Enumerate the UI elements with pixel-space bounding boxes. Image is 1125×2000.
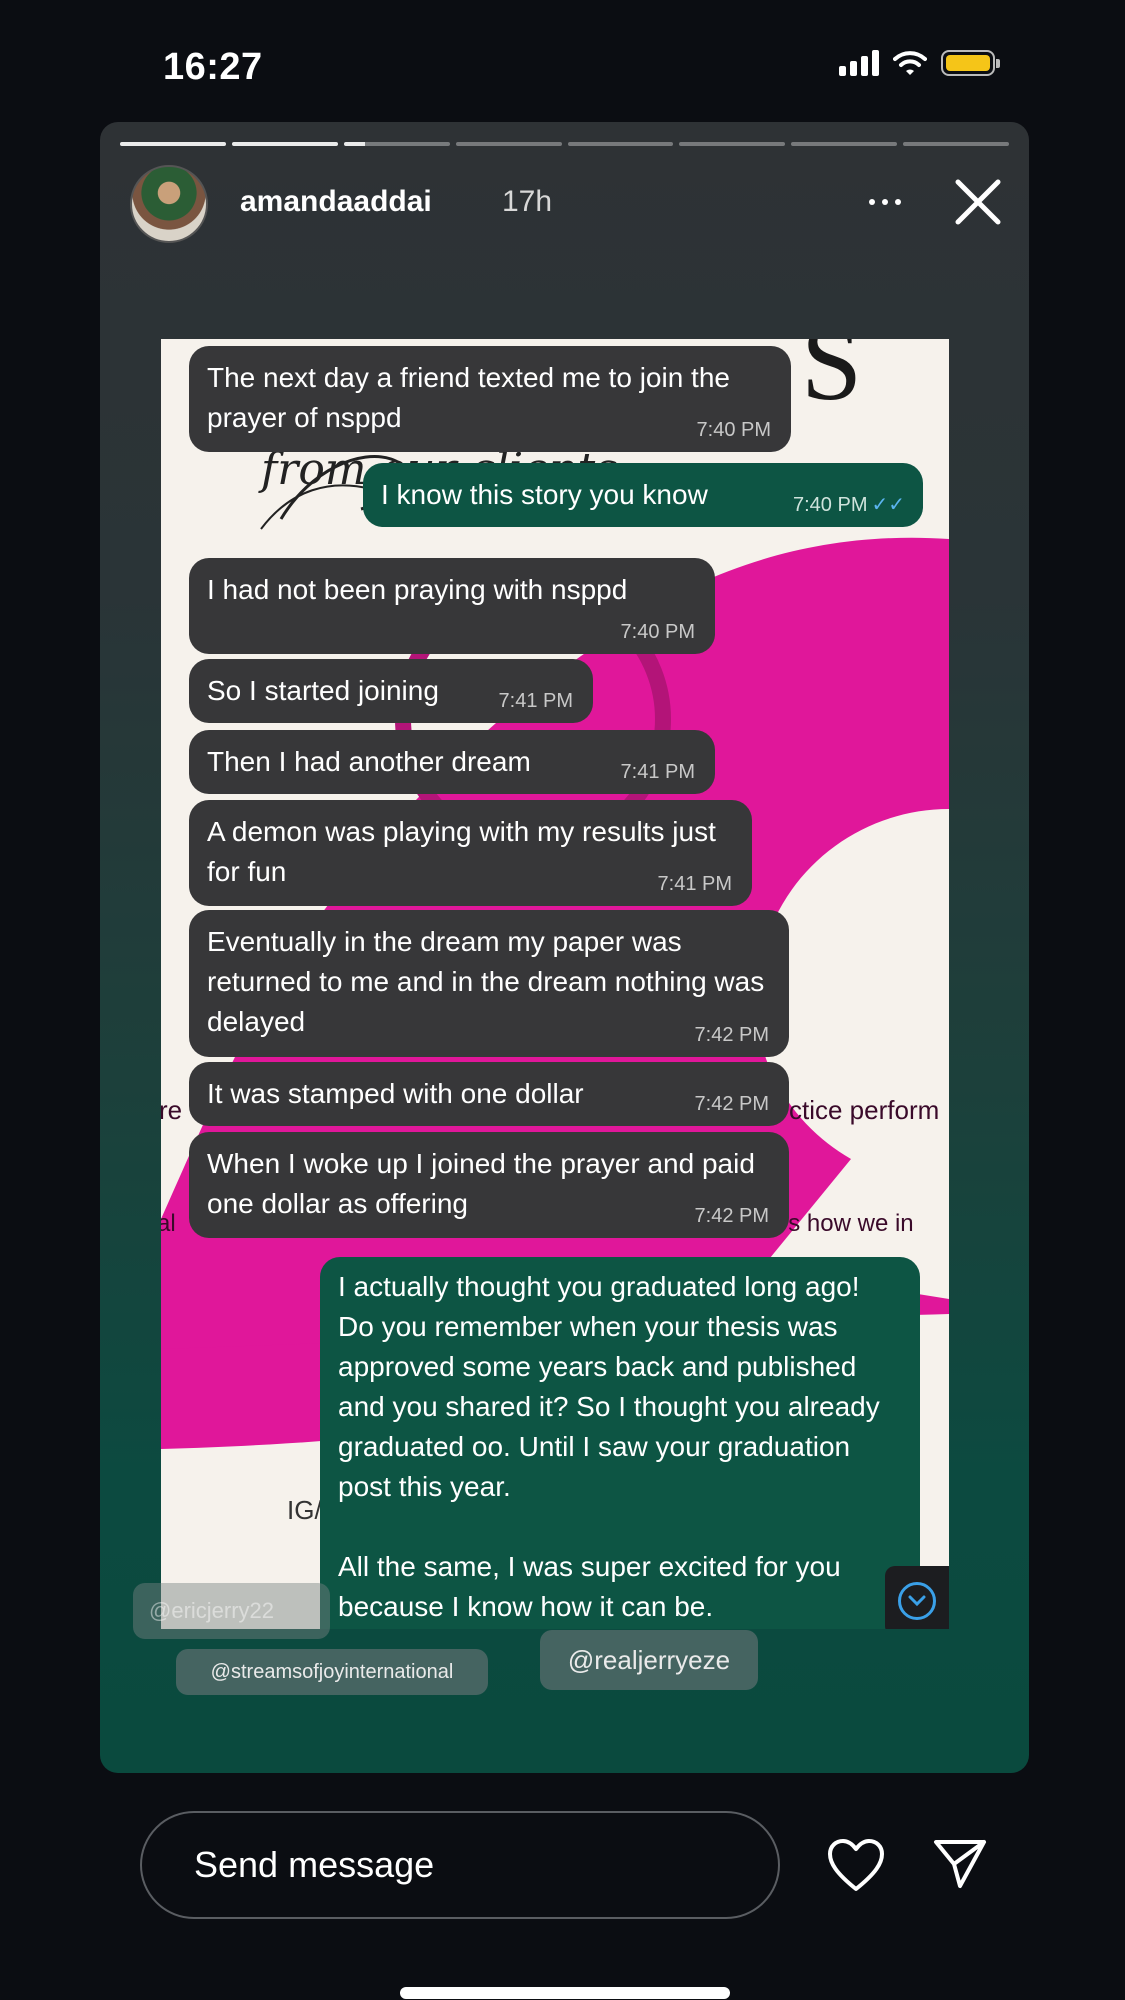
background-text-left-2: al [161, 1210, 176, 1237]
mention-tag[interactable]: @streamsofjoyinternational [176, 1649, 488, 1695]
message-time: 7:41 PM [657, 873, 732, 895]
home-indicator [400, 1987, 730, 1999]
message-time: 7:42 PM [694, 1024, 769, 1046]
story-viewer[interactable]: amandaaddai 17h S from our clients re ct… [100, 122, 1029, 1773]
background-text-right-1: ctice perform [789, 1095, 939, 1125]
message-text: When I woke up I joined the prayer and p… [207, 1148, 755, 1219]
read-receipt-icon: ✓✓ [871, 494, 905, 516]
background-text-right-2: t's how we in [777, 1210, 914, 1237]
message-time: 7:41 PM [498, 690, 573, 712]
story-image: S from our clients re ctice perform al t… [161, 339, 949, 1629]
story-time-ago: 17h [502, 185, 553, 218]
message-text: It was stamped with one dollar [207, 1078, 584, 1109]
background-text-left-1: re [161, 1095, 182, 1125]
message-bubble-incoming: The next day a friend texted me to join … [189, 346, 791, 452]
message-text: I had not been praying with nsppd [207, 574, 628, 605]
battery-icon [941, 50, 1000, 76]
message-time: 7:41 PM [620, 761, 695, 783]
scroll-down-button[interactable] [885, 1566, 949, 1629]
status-time: 16:27 [163, 46, 263, 88]
mention-tag[interactable]: @realjerryeze [540, 1630, 758, 1690]
message-bubble-incoming: A demon was playing with my results just… [189, 800, 752, 906]
message-bubble-incoming: It was stamped with one dollar 7:42 PM [189, 1062, 789, 1126]
message-text-2: All the same, I was super excited for yo… [338, 1551, 841, 1622]
close-icon[interactable] [948, 172, 1008, 232]
story-username[interactable]: amandaaddai [240, 185, 432, 219]
background-heading-letter: S [801, 339, 862, 423]
message-text: I actually thought you graduated long ag… [338, 1271, 880, 1502]
message-bubble-outgoing: I know this story you know 7:40 PM ✓✓ [363, 463, 923, 527]
more-icon[interactable] [860, 182, 910, 222]
message-bubble-incoming: I had not been praying with nsppd 7:40 P… [189, 558, 715, 654]
message-time: 7:40 PM [620, 621, 695, 643]
send-icon[interactable] [930, 1834, 990, 1894]
message-time: 7:40 PM [696, 419, 771, 441]
status-icons [839, 50, 1000, 76]
message-bubble-incoming: Then I had another dream 7:41 PM [189, 730, 715, 794]
send-message-input[interactable]: Send message [140, 1811, 780, 1919]
message-time: 7:42 PM [694, 1205, 769, 1227]
avatar[interactable] [130, 165, 208, 243]
signal-icon [839, 50, 879, 76]
message-bubble-incoming: Eventually in the dream my paper was ret… [189, 910, 789, 1057]
message-text: Eventually in the dream my paper was ret… [207, 926, 765, 1037]
wifi-icon [893, 51, 927, 75]
message-text: The next day a friend texted me to join … [207, 362, 730, 433]
message-bubble-incoming: When I woke up I joined the prayer and p… [189, 1132, 789, 1238]
message-bubble-incoming: So I started joining 7:41 PM [189, 659, 593, 723]
message-bubble-outgoing: I actually thought you graduated long ag… [320, 1257, 920, 1629]
chevron-down-icon [908, 1595, 926, 1607]
background-ig-text: IG/ [287, 1495, 322, 1525]
message-text: A demon was playing with my results just… [207, 816, 716, 887]
mention-tag[interactable]: @ericjerry22 [133, 1583, 330, 1639]
message-time: 7:40 PM [793, 494, 868, 516]
story-progress [120, 142, 1009, 146]
message-time: 7:42 PM [694, 1093, 769, 1115]
heart-icon[interactable] [826, 1837, 886, 1893]
